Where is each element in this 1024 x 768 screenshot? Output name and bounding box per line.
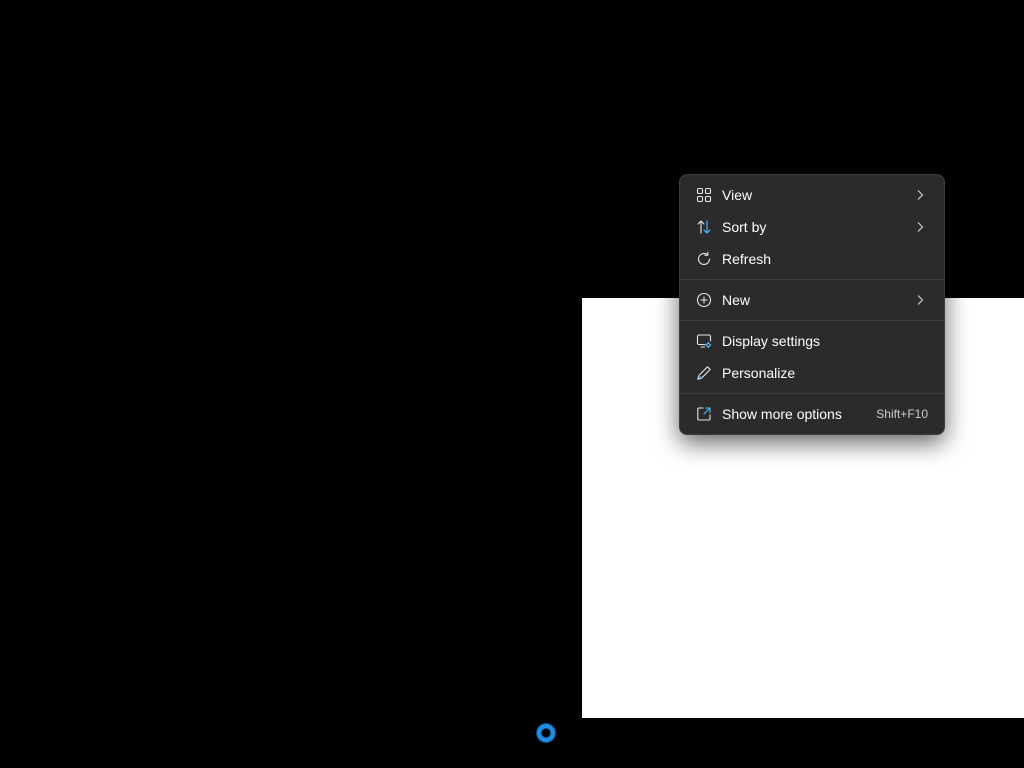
open-external-icon	[696, 406, 712, 422]
refresh-icon	[696, 251, 712, 267]
chevron-right-icon	[912, 219, 928, 235]
desktop[interactable]: View Sort by Refresh New Display setting…	[0, 0, 1024, 768]
menu-item-label: Display settings	[722, 333, 821, 349]
sort-arrows-icon	[696, 219, 712, 235]
menu-item-label: Refresh	[722, 251, 772, 267]
busy-cursor-icon	[537, 724, 555, 742]
menu-item-personalize[interactable]: Personalize	[684, 357, 940, 389]
menu-item-label: Personalize	[722, 365, 796, 381]
shortcut-hint: Shift+F10	[876, 407, 928, 421]
menu-item-label: New	[722, 292, 751, 308]
menu-item-label: View	[722, 187, 753, 203]
menu-item-label: Show more options	[722, 406, 842, 422]
menu-separator	[680, 393, 944, 394]
menu-item-view[interactable]: View	[684, 179, 940, 211]
menu-separator	[680, 320, 944, 321]
chevron-right-icon	[912, 187, 928, 203]
menu-item-display-settings[interactable]: Display settings	[684, 325, 940, 357]
menu-item-show-more-options[interactable]: Show more options Shift+F10	[684, 398, 940, 430]
menu-item-new[interactable]: New	[684, 284, 940, 316]
desktop-context-menu: View Sort by Refresh New Display setting…	[679, 174, 945, 435]
menu-separator	[680, 279, 944, 280]
display-settings-icon	[696, 333, 712, 349]
plus-circle-icon	[696, 292, 712, 308]
pen-icon	[696, 365, 712, 381]
grid-icon	[696, 187, 712, 203]
menu-item-sort-by[interactable]: Sort by	[684, 211, 940, 243]
chevron-right-icon	[912, 292, 928, 308]
menu-item-label: Sort by	[722, 219, 767, 235]
menu-item-refresh[interactable]: Refresh	[684, 243, 940, 275]
